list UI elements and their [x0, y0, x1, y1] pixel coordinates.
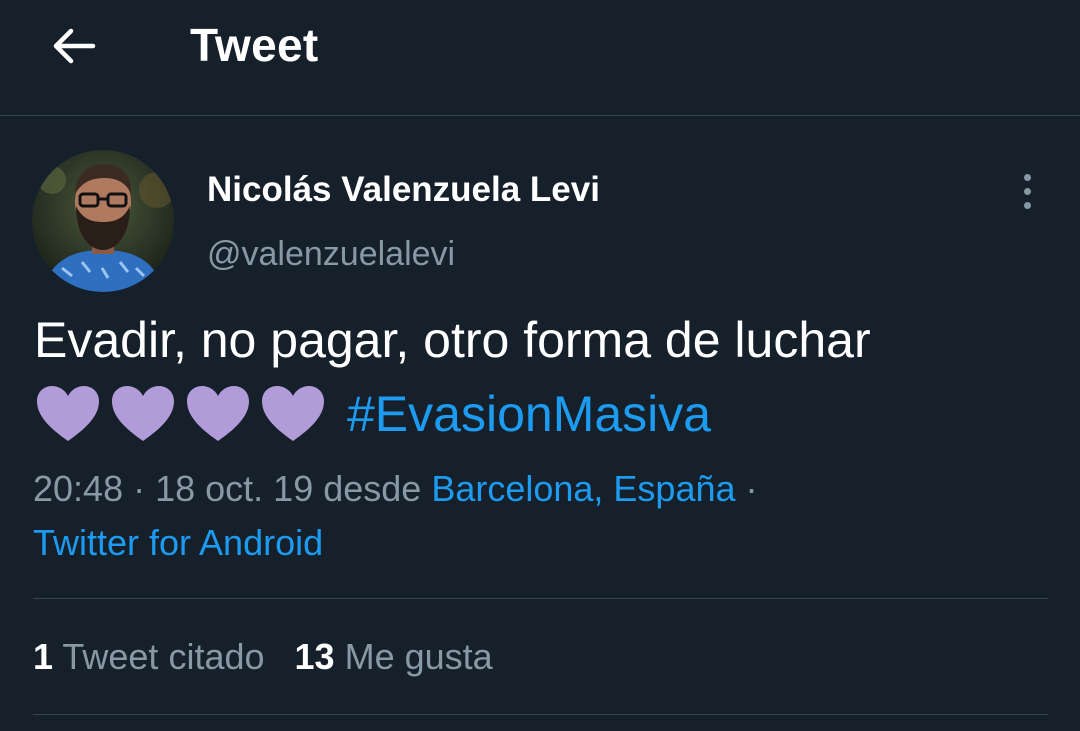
purple-heart-icon — [262, 386, 324, 441]
tweet-time[interactable]: 20:48 — [33, 468, 123, 509]
likes-stat[interactable]: 13 Me gusta — [295, 636, 493, 677]
back-button[interactable] — [46, 20, 102, 72]
tweet-text: Evadir, no pagar, otro forma de luchar #… — [34, 303, 1054, 451]
more-options-icon — [1023, 173, 1031, 181]
desde-label: desde — [313, 468, 432, 509]
tweet-stats: 1 Tweet citado 13 Me gusta — [33, 630, 493, 684]
divider — [33, 598, 1048, 599]
page-title: Tweet — [190, 19, 319, 71]
author-handle: @valenzuelalevi — [207, 235, 456, 273]
emoji-group — [34, 383, 327, 445]
top-bar: Tweet — [0, 0, 1080, 116]
purple-heart-icon — [37, 386, 99, 441]
more-options-button[interactable] — [1006, 168, 1048, 214]
source-link[interactable]: Twitter for Android — [33, 522, 323, 563]
tweet-date[interactable]: 18 oct. 19 — [155, 468, 313, 509]
quote-tweets-stat[interactable]: 1 Tweet citado — [33, 636, 265, 677]
tweet-text-line: Evadir, no pagar, otro forma de luchar — [34, 312, 871, 368]
tweet-meta: 20:48 · 18 oct. 19 desde Barcelona, Espa… — [33, 462, 1053, 570]
location-link[interactable]: Barcelona, España — [431, 468, 735, 509]
hashtag-link[interactable]: #EvasionMasiva — [347, 377, 711, 451]
quote-tweets-label: Tweet citado — [62, 636, 265, 677]
more-options-dot — [1023, 201, 1031, 209]
divider — [33, 714, 1048, 715]
arrow-left-icon — [53, 28, 96, 64]
more-options-dot — [1023, 187, 1031, 195]
tweet-text-line: #EvasionMasiva — [34, 377, 1054, 451]
purple-heart-icon — [187, 386, 249, 441]
purple-heart-icon — [112, 386, 174, 441]
separator: · — [123, 468, 156, 509]
avatar-image — [32, 150, 174, 292]
likes-label: Me gusta — [344, 636, 493, 677]
quote-tweets-count: 1 — [33, 636, 54, 677]
likes-count: 13 — [294, 636, 335, 677]
separator: · — [735, 468, 758, 509]
author-name[interactable]: Nicolás Valenzuela Levi — [207, 168, 600, 212]
avatar[interactable] — [32, 150, 174, 292]
